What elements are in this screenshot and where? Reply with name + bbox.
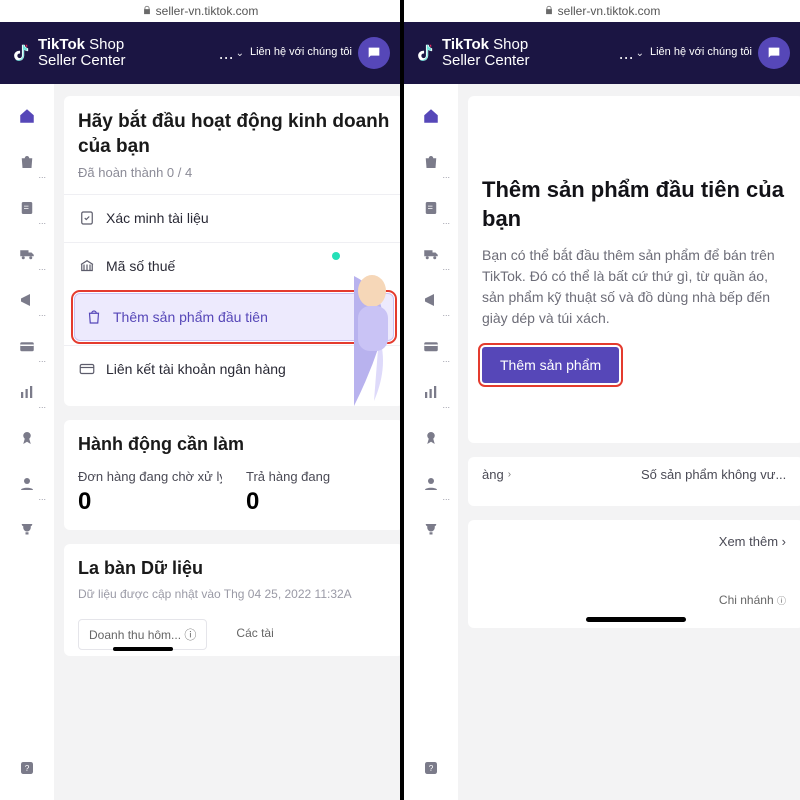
- first-product-card: Thêm sản phẩm đầu tiên của bạn Bạn có th…: [468, 96, 800, 443]
- metric-orders-fragment[interactable]: àng ›: [482, 467, 631, 482]
- onboarding-card: Hãy bắt đầu hoạt động kinh doanh của bạn…: [64, 96, 400, 406]
- metric-products-issue[interactable]: Số sản phẩm không vư... ›: [641, 467, 790, 482]
- sidebar-item-trophy[interactable]: [414, 516, 448, 544]
- sidebar-item-finance[interactable]: ...: [414, 332, 448, 360]
- see-more-link[interactable]: Xem thêm ›: [482, 534, 790, 549]
- metric-pending-orders[interactable]: Đơn hàng đang chờ xử lý› 0: [78, 469, 222, 516]
- credit-card-icon: [78, 360, 96, 378]
- compass-chip-revenue[interactable]: Doanh thu hôm... ⓘ: [78, 619, 207, 650]
- step-tax-id[interactable]: Mã số thuế: [64, 242, 400, 289]
- sidebar-item-account[interactable]: ...: [10, 470, 44, 498]
- shopping-bag-icon: [85, 308, 103, 326]
- compass-updated: Dữ liệu được cập nhật vào Thg 04 25, 202…: [78, 587, 390, 601]
- sidebar-item-home[interactable]: [10, 102, 44, 130]
- tiktok-icon: [414, 42, 436, 64]
- main-content: Thêm sản phẩm đầu tiên của bạn Bạn có th…: [458, 84, 800, 800]
- first-product-title: Thêm sản phẩm đầu tiên của bạn: [482, 176, 790, 233]
- chevron-right-icon: ›: [508, 469, 511, 480]
- sidebar-item-shipping[interactable]: ...: [10, 240, 44, 268]
- chevron-down-icon: ⌄: [636, 48, 644, 59]
- main-content: Hãy bắt đầu hoạt động kinh doanh của bạn…: [54, 84, 400, 800]
- todo-card: Hành động cần làm Đơn hàng đang chờ xử l…: [64, 420, 400, 530]
- chevron-right-icon: ›: [379, 309, 383, 324]
- metric-returns[interactable]: Trả hàng đang 0: [246, 469, 390, 516]
- add-product-button[interactable]: Thêm sản phẩm: [482, 347, 619, 383]
- compass-title: La bàn Dữ liệu: [78, 558, 390, 579]
- chevron-down-icon: ⌄: [236, 48, 244, 59]
- sidebar: ... ... ... ... ... ... ... ?: [404, 84, 458, 800]
- tiktok-icon: [10, 42, 32, 64]
- sidebar: ... ... ... ... ... ... ... ?: [0, 84, 54, 800]
- sidebar-item-finance[interactable]: ...: [10, 332, 44, 360]
- sidebar-item-trophy[interactable]: [10, 516, 44, 544]
- panel-right: seller-vn.tiktok.com TikTok Shop Seller …: [400, 0, 800, 800]
- url-bar: seller-vn.tiktok.com: [0, 0, 400, 22]
- logo[interactable]: TikTok Shop Seller Center: [10, 37, 126, 70]
- lock-icon: [142, 4, 152, 18]
- lock-icon: [544, 4, 554, 18]
- more-menu[interactable]: ...⌄: [619, 43, 644, 64]
- url-text: seller-vn.tiktok.com: [156, 4, 259, 18]
- sidebar-item-medal[interactable]: [414, 424, 448, 452]
- more-menu[interactable]: ...⌄: [219, 43, 244, 64]
- sidebar-item-promotion[interactable]: ...: [414, 286, 448, 314]
- contact-link[interactable]: Liên hệ với chúng tôi: [650, 46, 752, 59]
- sidebar-item-home[interactable]: [414, 102, 448, 130]
- todo-title: Hành động cần làm: [78, 434, 390, 455]
- svg-text:?: ?: [429, 764, 434, 773]
- home-indicator: [586, 617, 686, 622]
- sidebar-item-account[interactable]: ...: [414, 470, 448, 498]
- help-icon: ⓘ: [777, 596, 786, 606]
- chevron-right-icon: ›: [782, 534, 786, 549]
- logo-text: TikTok Shop Seller Center: [442, 37, 530, 70]
- header: TikTok Shop Seller Center ...⌄ Liên hệ v…: [404, 22, 800, 84]
- sidebar-item-orders[interactable]: ...: [10, 194, 44, 222]
- chat-button[interactable]: [758, 37, 790, 69]
- compass-chip-branch[interactable]: Chi nhánh ⓘ: [719, 589, 786, 611]
- logo-text: TikTok Shop Seller Center: [38, 37, 126, 70]
- header: TikTok Shop Seller Center ...⌄ Liên hệ v…: [0, 22, 400, 84]
- logo[interactable]: TikTok Shop Seller Center: [414, 37, 530, 70]
- onboarding-progress: Đã hoàn thành 0 / 4: [78, 165, 390, 180]
- sidebar-item-orders[interactable]: ...: [414, 194, 448, 222]
- compass-chip-assets[interactable]: Các tài: [225, 619, 284, 650]
- chat-button[interactable]: [358, 37, 390, 69]
- sidebar-item-analytics[interactable]: ...: [10, 378, 44, 406]
- step-verify-documents[interactable]: Xác minh tài liệu: [64, 194, 400, 241]
- step-add-first-product[interactable]: Thêm sản phẩm đầu tiên ›: [74, 293, 394, 341]
- onboarding-title: Hãy bắt đầu hoạt động kinh doanh của bạn: [78, 110, 390, 159]
- document-check-icon: [78, 209, 96, 227]
- contact-link[interactable]: Liên hệ với chúng tôi: [250, 46, 352, 59]
- data-compass-card: Xem thêm › Chi nhánh ⓘ: [468, 520, 800, 628]
- url-bar: seller-vn.tiktok.com: [404, 0, 800, 22]
- step-link-bank[interactable]: Liên kết tài khoản ngân hàng: [64, 345, 400, 392]
- panel-left: seller-vn.tiktok.com TikTok Shop Seller …: [0, 0, 400, 800]
- sidebar-item-medal[interactable]: [10, 424, 44, 452]
- sidebar-item-products[interactable]: ...: [414, 148, 448, 176]
- svg-text:?: ?: [25, 764, 30, 773]
- url-text: seller-vn.tiktok.com: [558, 4, 661, 18]
- sidebar-item-promotion[interactable]: ...: [10, 286, 44, 314]
- bank-icon: [78, 257, 96, 275]
- sidebar-item-shipping[interactable]: ...: [414, 240, 448, 268]
- help-icon: ⓘ: [184, 628, 196, 642]
- sidebar-item-help[interactable]: ?: [10, 754, 44, 782]
- first-product-desc: Bạn có thể bắt đầu thêm sản phẩm để bán …: [482, 245, 790, 329]
- sidebar-item-products[interactable]: ...: [10, 148, 44, 176]
- todo-card: àng › Số sản phẩm không vư... ›: [468, 457, 800, 506]
- sidebar-item-help[interactable]: ?: [414, 754, 448, 782]
- data-compass-card: La bàn Dữ liệu Dữ liệu được cập nhật vào…: [64, 544, 400, 656]
- sidebar-item-analytics[interactable]: ...: [414, 378, 448, 406]
